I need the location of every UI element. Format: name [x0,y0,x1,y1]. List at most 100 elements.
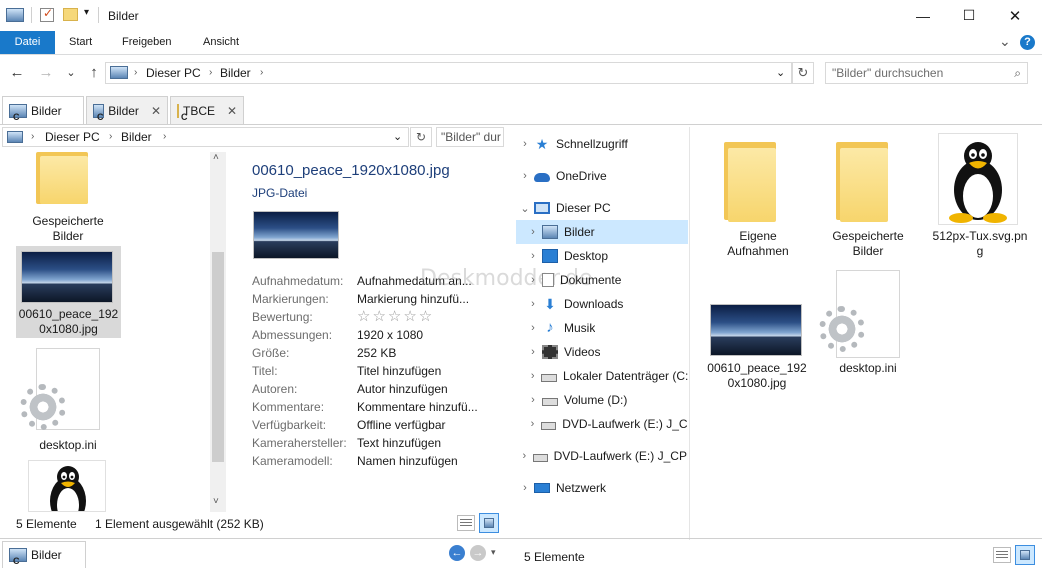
property-value[interactable]: Titel hinzufügen [357,364,441,378]
breadcrumb-dieser-pc[interactable]: Dieser PC [45,127,100,147]
breadcrumb-bilder[interactable]: Bilder [121,127,152,147]
tree-item-bilder[interactable]: › Bilder [516,220,688,244]
tab-bilder-2[interactable]: C Bilder ✕ [86,96,168,124]
tab-bilder-bottom[interactable]: C Bilder [2,541,86,568]
chevron-right-icon[interactable]: › [524,418,541,430]
details-view-icon[interactable] [457,515,475,531]
tree-item-volume-d[interactable]: › Volume (D:) [516,388,688,412]
tree-item-downloads[interactable]: › ⬇ Downloads [516,292,688,316]
history-dropdown-icon[interactable]: ▾ [491,547,496,558]
tab-bilder-1[interactable]: C Bilder [2,96,84,124]
pane-search-input[interactable]: "Bilder" dur [436,127,504,147]
property-value[interactable]: Offline verfügbar [357,418,446,432]
tab-ansicht[interactable]: Ansicht [190,31,252,54]
refresh-icon[interactable]: ↻ [792,62,814,84]
refresh-icon[interactable]: ↻ [410,127,432,147]
bottom-divider [0,538,1042,539]
tab-tbce[interactable]: C TBCE ✕ [170,96,244,124]
folder-icon[interactable] [36,152,92,208]
chevron-right-icon[interactable]: › [524,274,542,286]
pane-address-bar[interactable]: › Dieser PC › Bilder › ⌄ [2,127,409,147]
tree-item-label: Lokaler Datenträger (C:) [562,369,688,383]
chevron-right-icon[interactable]: › [516,170,534,182]
details-view-icon[interactable] [993,547,1011,563]
property-value[interactable]: 1920 x 1080 [357,328,423,342]
address-dropdown-icon[interactable]: ⌄ [776,63,785,83]
recent-locations-chevron-icon[interactable]: ⌄ [62,64,80,82]
large-icons-view-icon[interactable] [1015,545,1035,565]
property-value[interactable]: 252 KB [357,346,396,360]
tree-item-musik[interactable]: › ♪ Musik [516,316,688,340]
search-input[interactable]: "Bilder" durchsuchen ⌕ [825,62,1028,84]
tree-item-desktop[interactable]: › Desktop [516,244,688,268]
folder-icon[interactable] [836,142,892,224]
address-dropdown-icon[interactable]: ⌄ [393,127,402,147]
music-icon: ♪ [546,319,554,336]
chevron-right-icon[interactable]: › [524,370,541,382]
chevron-right-icon[interactable]: › [516,450,533,462]
property-value[interactable]: Autor hinzufügen [357,382,448,396]
breadcrumb-separator: › [209,67,213,78]
help-icon[interactable]: ? [1020,35,1035,50]
tab-freigeben[interactable]: Freigeben [109,31,185,54]
settings-gear-icon [825,312,859,346]
tux-thumbnail[interactable] [28,460,106,512]
tree-item-onedrive[interactable]: › OneDrive [516,164,688,188]
tree-item-lokaler-datentr-ger-c[interactable]: › Lokaler Datenträger (C:) [516,364,688,388]
breadcrumb-dieser-pc[interactable]: Dieser PC [146,63,201,83]
expand-ribbon-icon[interactable]: ⌄ [999,33,1011,50]
tree-item-label: DVD-Laufwerk (E:) J_CPR/ [553,449,688,463]
chevron-right-icon[interactable]: › [524,298,542,310]
close-tab-icon[interactable]: ✕ [151,104,161,118]
forward-circle-icon[interactable]: → [470,545,486,561]
photo-thumbnail[interactable] [21,251,113,303]
breadcrumb-bilder[interactable]: Bilder [220,63,251,83]
scroll-down-icon[interactable]: ˅ [213,496,219,507]
tab-start[interactable]: Start [56,31,105,54]
address-bar[interactable]: › Dieser PC › Bilder › ⌄ [105,62,792,84]
tree-item-dieser-pc[interactable]: ⌄ Dieser PC [516,196,688,220]
chevron-right-icon[interactable]: › [516,138,534,150]
pictures-icon: C [9,103,27,122]
properties-icon[interactable]: ✓ [40,6,54,22]
chevron-right-icon[interactable]: › [524,394,542,406]
large-icons-view-icon[interactable] [479,513,499,533]
window-pictures-icon[interactable] [6,8,24,22]
property-value[interactable]: Kommentare hinzufü... [357,400,478,414]
chevron-right-icon[interactable]: › [524,322,542,334]
back-arrow-icon[interactable]: ← [8,64,26,82]
property-value[interactable]: Text hinzufügen [357,436,441,450]
scrollbar-thumb[interactable] [212,252,224,462]
item-label: Eigene Aufnahmen [727,229,789,258]
folder-icon[interactable] [724,142,780,224]
close-button[interactable]: ✕ [992,0,1038,31]
forward-arrow-icon[interactable]: → [37,64,55,82]
back-circle-icon[interactable]: ← [449,545,465,561]
chevron-right-icon[interactable]: › [516,482,534,494]
new-folder-icon[interactable] [63,8,78,21]
rating-stars[interactable]: ☆☆☆☆☆ [357,307,434,325]
chevron-right-icon[interactable]: › [524,250,542,262]
tree-item-dvd-laufwerk-e-j-cpr[interactable]: › DVD-Laufwerk (E:) J_CPR/ [516,444,688,468]
customize-toolbar-icon[interactable]: ▾ [84,7,89,18]
videos-icon [542,345,558,359]
up-arrow-icon[interactable]: ↑ [85,64,103,82]
tree-item-schnellzugriff[interactable]: › ★ Schnellzugriff [516,132,688,156]
maximize-button[interactable]: ☐ [946,0,992,31]
chevron-right-icon[interactable]: › [524,346,542,358]
tab-datei[interactable]: Datei [0,31,55,54]
minimize-button[interactable]: — [900,0,946,31]
tree-item-dokumente[interactable]: › Dokumente [516,268,688,292]
tux-thumbnail[interactable] [938,133,1018,225]
photo-thumbnail[interactable] [710,304,802,356]
tree-item-dvd-laufwerk-e-j-cp[interactable]: › DVD-Laufwerk (E:) J_CP [516,412,688,436]
scrollbar[interactable]: ˄ ˅ [210,152,226,512]
property-value[interactable]: Namen hinzufügen [357,454,458,468]
close-tab-icon[interactable]: ✕ [227,104,237,118]
tree-item-netzwerk[interactable]: › Netzwerk [516,476,688,500]
property-value[interactable]: Markierung hinzufü... [357,292,469,306]
scroll-up-icon[interactable]: ˄ [213,152,219,163]
tree-item-videos[interactable]: › Videos [516,340,688,364]
chevron-down-icon[interactable]: ⌄ [516,202,534,215]
chevron-right-icon[interactable]: › [524,226,542,238]
